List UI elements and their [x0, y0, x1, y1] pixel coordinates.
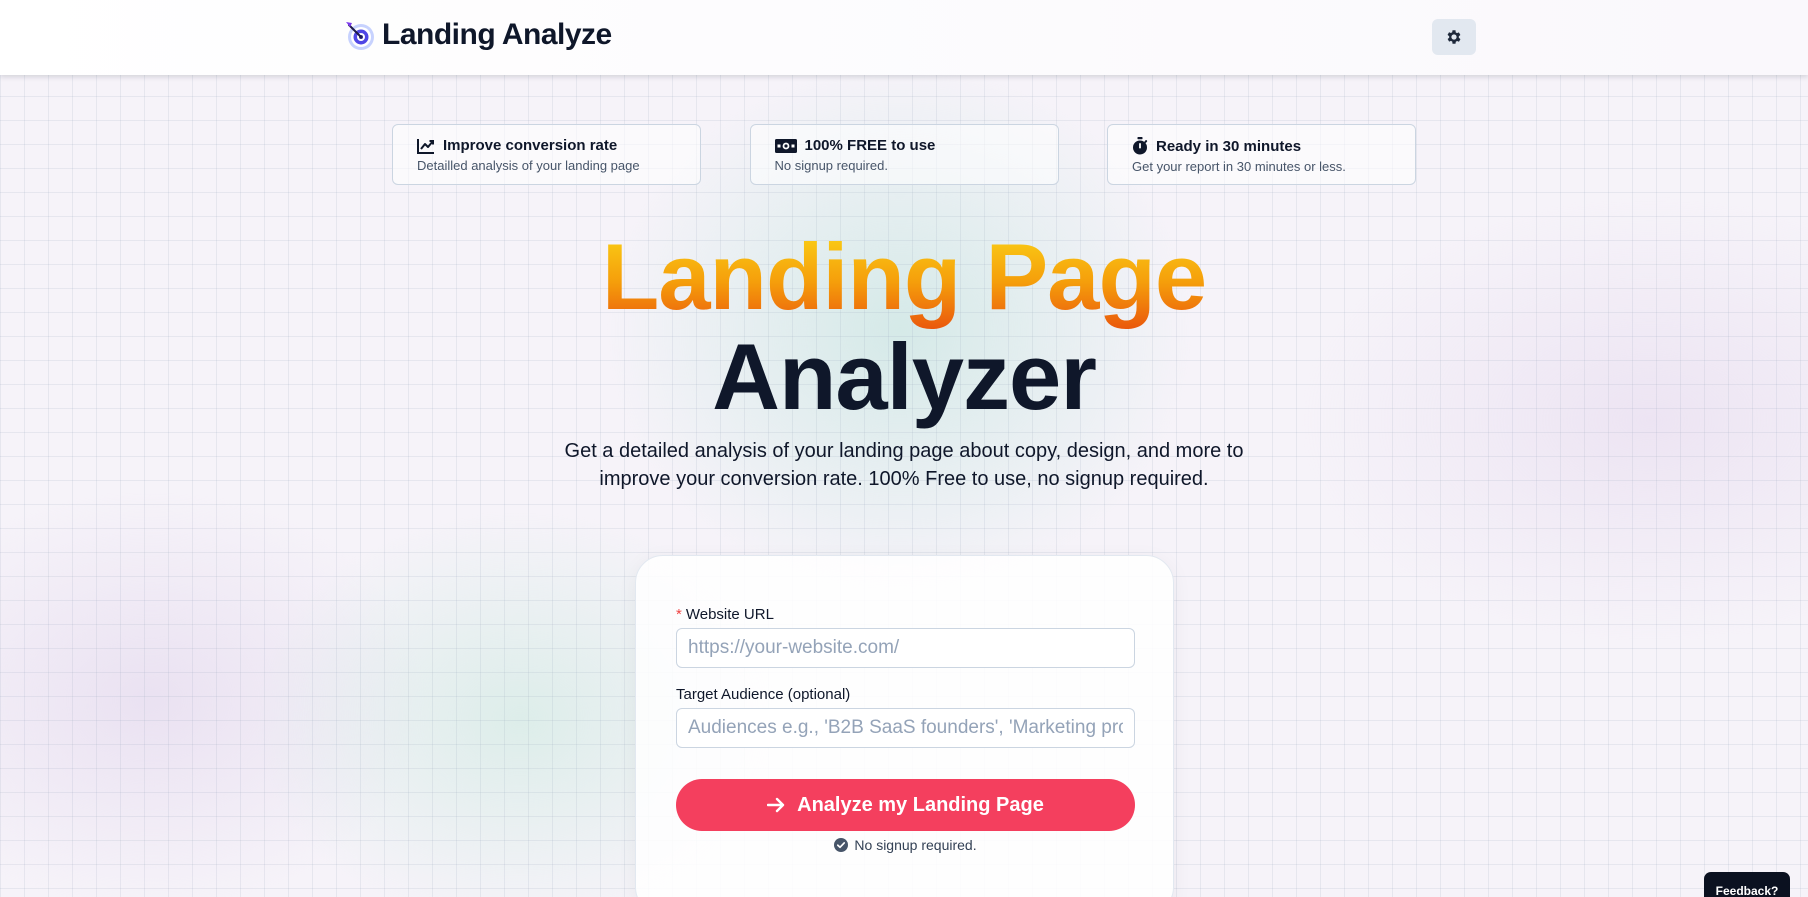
brand-name: Landing Analyze	[382, 18, 612, 51]
analyze-form-card: *Website URL Target Audience (optional) …	[635, 555, 1174, 897]
stopwatch-icon	[1133, 137, 1148, 155]
no-signup-note-text: No signup required.	[854, 837, 977, 853]
feature-title: 100% FREE to use	[804, 137, 936, 154]
website-url-input[interactable]	[676, 628, 1135, 668]
feature-subtitle: Detailled analysis of your landing page	[417, 158, 640, 173]
no-signup-note: No signup required.	[676, 837, 1135, 853]
target-arrow-icon	[346, 22, 374, 50]
theme-toggle-button[interactable]	[1432, 19, 1476, 55]
trending-up-chart-icon	[417, 138, 434, 154]
feature-subtitle: Get your report in 30 minutes or less.	[1132, 159, 1346, 174]
feature-highlights: Improve conversion rate Detailled analys…	[392, 124, 1416, 185]
feature-title: Improve conversion rate	[443, 137, 618, 154]
top-navbar: Landing Analyze	[0, 0, 1808, 75]
target-audience-input[interactable]	[676, 708, 1135, 748]
feature-subtitle: No signup required.	[774, 158, 888, 173]
hero-title-highlight: Landing Page	[601, 224, 1207, 329]
website-url-label-text: Website URL	[685, 606, 774, 623]
required-asterisk: *	[676, 606, 682, 623]
hero-description: Get a detailed analysis of your landing …	[564, 440, 1244, 490]
check-circle-icon	[834, 838, 849, 852]
feature-title: Ready in 30 minutes	[1156, 137, 1302, 155]
hero-title: Analyzer	[712, 324, 1097, 429]
feedback-button[interactable]: Feedback?	[1704, 872, 1790, 897]
hero-section: Landing Page Analyzer Get a detailed ana…	[0, 225, 1808, 493]
banknote-icon	[774, 138, 797, 153]
website-url-label: * Website URL	[676, 606, 774, 623]
feature-card-free: 100% FREE to use No signup required.	[749, 124, 1059, 185]
analyze-submit-label: Analyze my Landing Page	[797, 793, 1044, 816]
target-audience-label: Target Audience (optional)	[676, 686, 851, 703]
brand-logo-link[interactable]: Landing Analyze	[344, 18, 612, 52]
feature-card-speed: Ready in 30 minutes Get your report in 3…	[1107, 124, 1416, 185]
feature-card-conversion: Improve conversion rate Detailled analys…	[392, 124, 701, 185]
gear-icon	[1447, 30, 1461, 44]
analyze-submit-button[interactable]: Analyze my Landing Page	[676, 779, 1135, 831]
arrow-right-icon	[767, 797, 785, 813]
